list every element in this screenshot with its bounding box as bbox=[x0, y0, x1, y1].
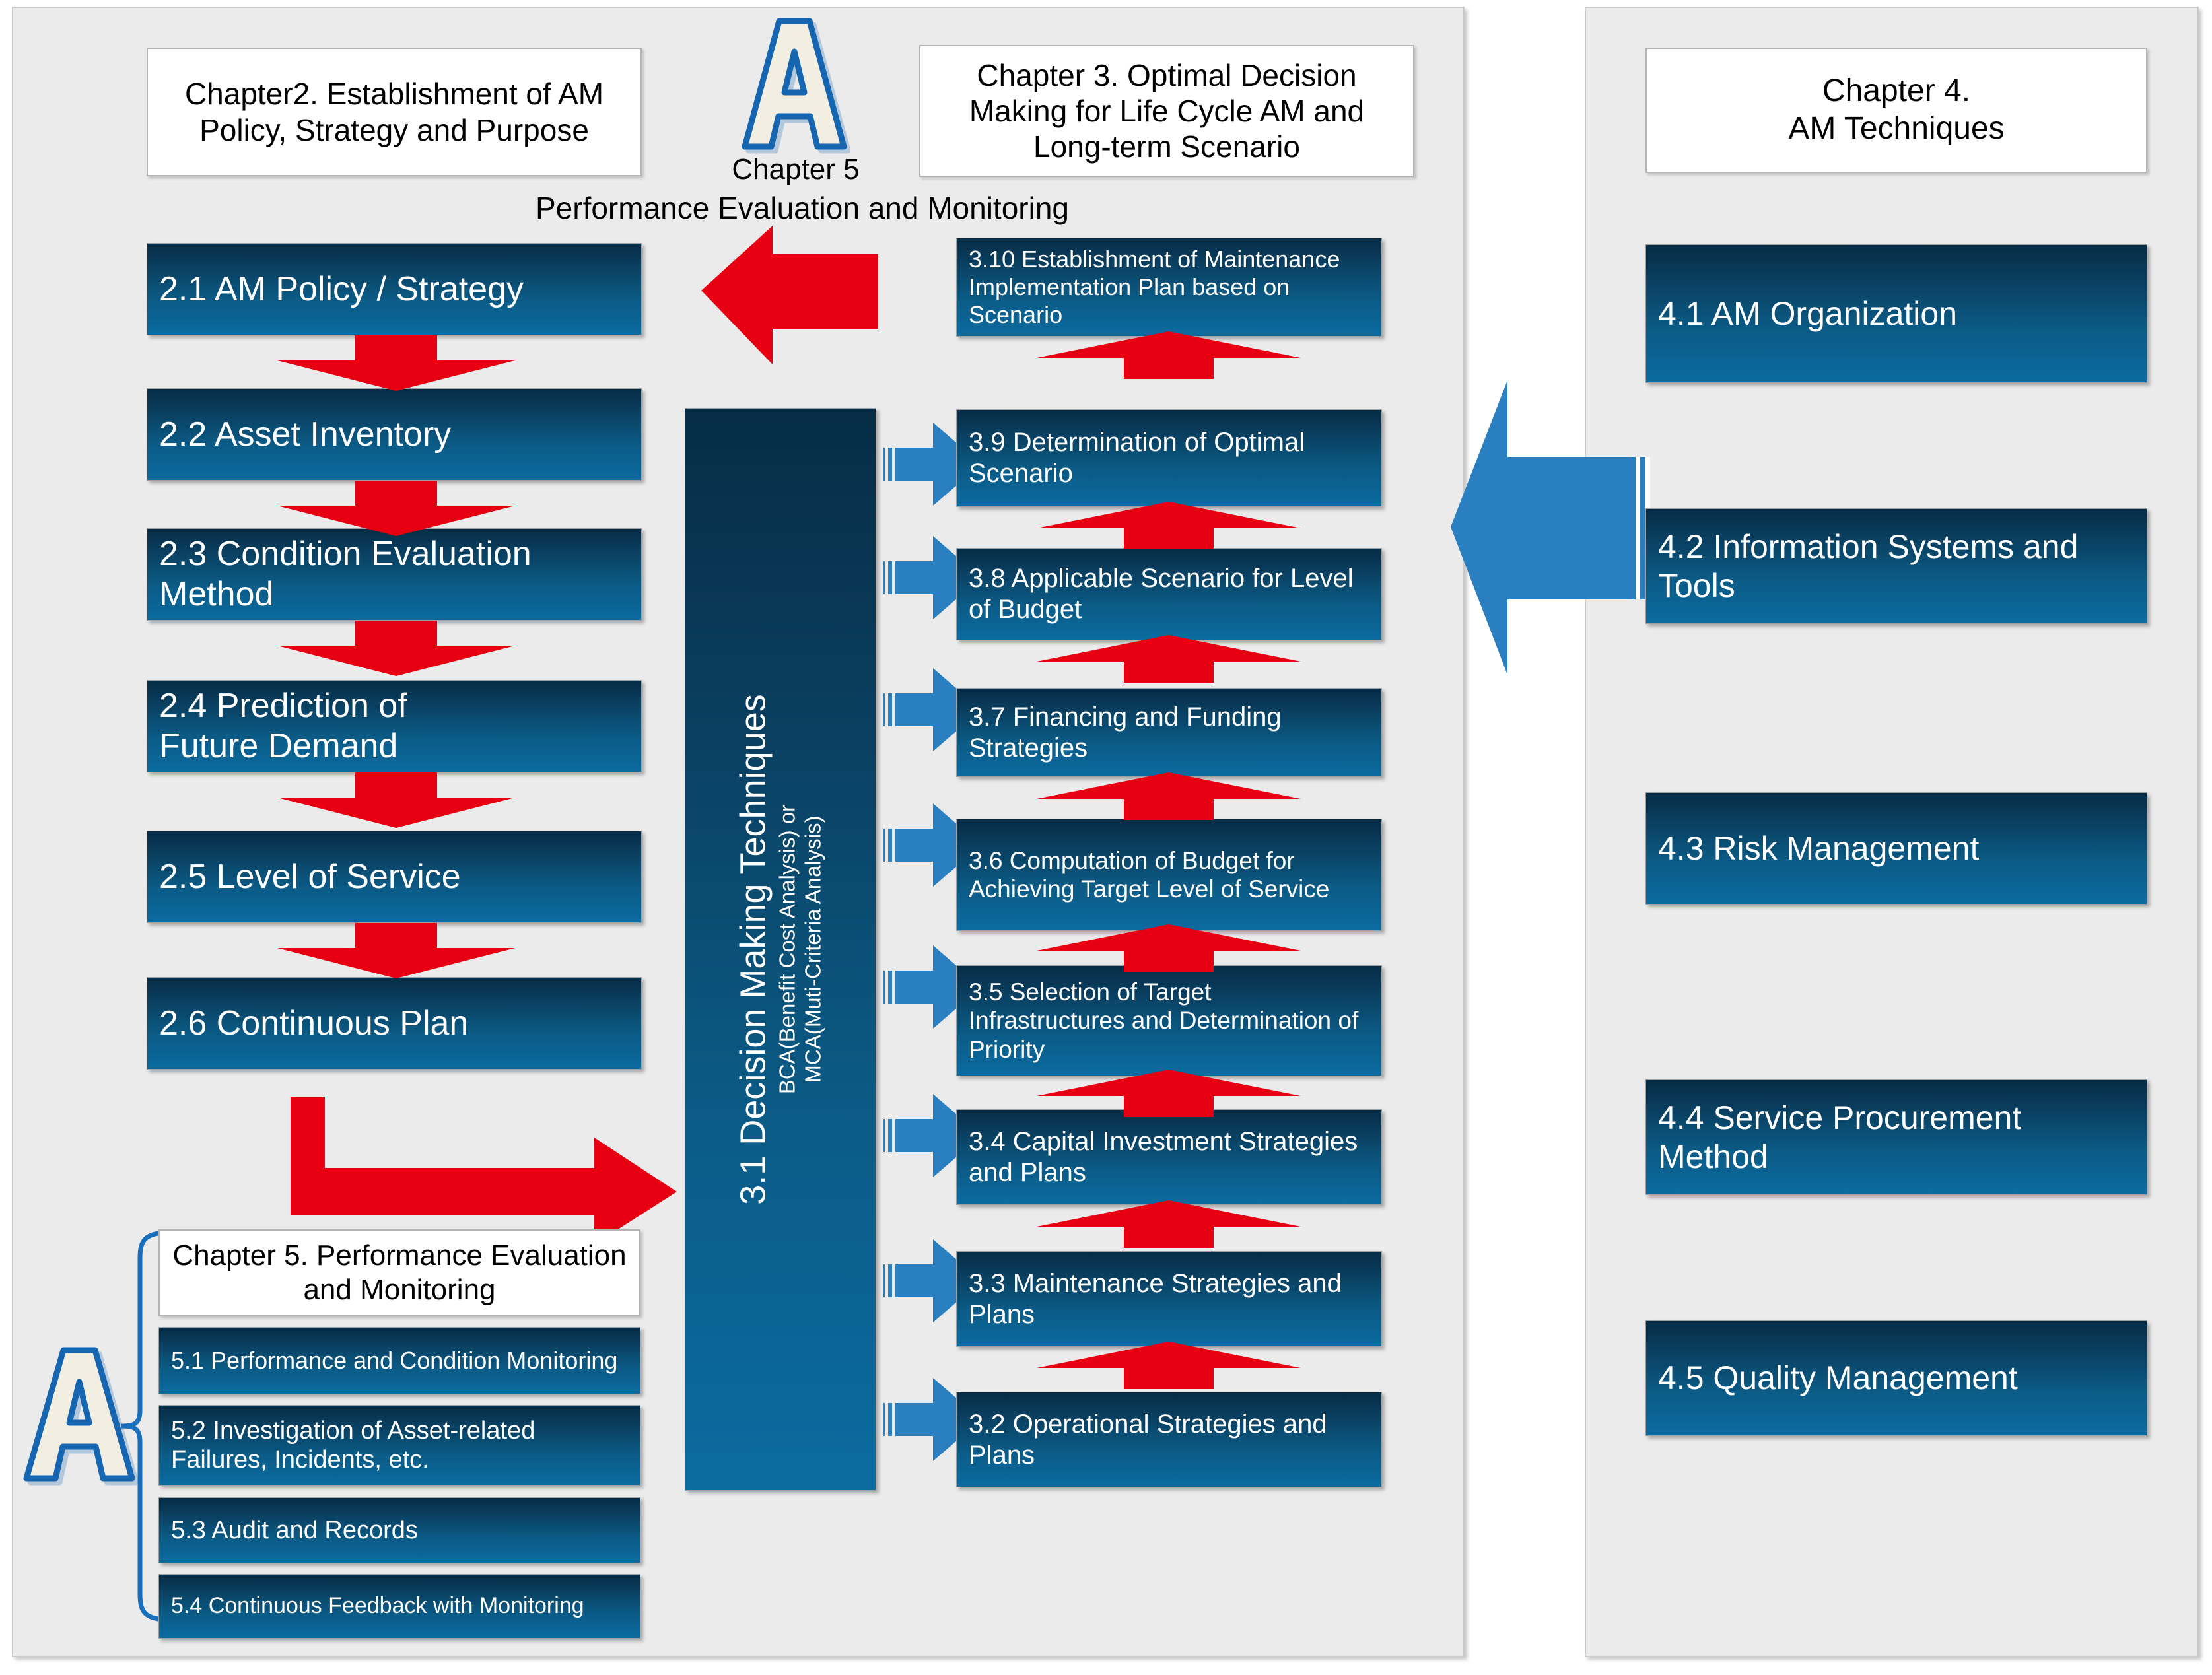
connector-letter-a-top-icon bbox=[738, 15, 850, 156]
box-3-7[interactable]: 3.7 Financing and Funding Strategies bbox=[956, 688, 1382, 777]
red-down-arrow-icon bbox=[277, 923, 515, 978]
box-3-9[interactable]: 3.9 Determination of Optimal Scenario bbox=[956, 409, 1382, 507]
box-2-6[interactable]: 2.6 Continuous Plan bbox=[147, 977, 642, 1070]
red-up-arrow-icon bbox=[1037, 924, 1301, 972]
box-3-6[interactable]: 3.6 Computation of Budget for Achieving … bbox=[956, 819, 1382, 931]
box-3-2[interactable]: 3.2 Operational Strategies and Plans bbox=[956, 1392, 1382, 1487]
box-3-8[interactable]: 3.8 Applicable Scenario for Level of Bud… bbox=[956, 548, 1382, 640]
chapter4-header: Chapter 4. AM Techniques bbox=[1645, 48, 2147, 173]
box-3-1-title: 3.1 Decision Making Techniques bbox=[733, 694, 773, 1205]
chapter3-header: Chapter 3. Optimal Decision Making for L… bbox=[919, 45, 1414, 177]
chapter2-header: Chapter2. Establishment of AM Policy, St… bbox=[147, 48, 642, 176]
connector-letter-a-bottom-icon bbox=[20, 1344, 139, 1492]
box-2-3[interactable]: 2.3 Condition Evaluation Method bbox=[147, 528, 642, 621]
box-2-5[interactable]: 2.5 Level of Service bbox=[147, 831, 642, 923]
box-3-5[interactable]: 3.5 Selection of Target Infrastructures … bbox=[956, 965, 1382, 1076]
red-down-arrow-icon bbox=[277, 772, 515, 828]
box-4-2[interactable]: 4.2 Information Systems and Tools bbox=[1645, 508, 2147, 624]
box-4-1[interactable]: 4.1 AM Organization bbox=[1645, 244, 2147, 383]
box-5-1[interactable]: 5.1 Performance and Condition Monitoring bbox=[158, 1327, 640, 1394]
red-up-arrow-icon bbox=[1037, 1342, 1301, 1389]
box-3-3[interactable]: 3.3 Maintenance Strategies and Plans bbox=[956, 1251, 1382, 1347]
box-3-4[interactable]: 3.4 Capital Investment Strategies and Pl… bbox=[956, 1109, 1382, 1205]
red-down-arrow-icon bbox=[277, 621, 515, 676]
box-5-3[interactable]: 5.3 Audit and Records bbox=[158, 1497, 640, 1563]
box-3-1-decision-making-techniques[interactable]: 3.1 Decision Making Techniques BCA(Benef… bbox=[685, 408, 876, 1491]
box-4-3[interactable]: 4.3 Risk Management bbox=[1645, 792, 2147, 905]
red-up-arrow-icon bbox=[1037, 772, 1301, 820]
box-5-4[interactable]: 5.4 Continuous Feedback with Monitoring bbox=[158, 1574, 640, 1639]
red-up-arrow-icon bbox=[1037, 635, 1301, 683]
box-3-10[interactable]: 3.10 Establishment of Maintenance Implem… bbox=[956, 238, 1382, 337]
red-down-arrow-icon bbox=[277, 335, 515, 391]
red-down-arrow-icon bbox=[277, 481, 515, 536]
box-3-1-sub-line2: MCA(Muti-Criteria Analysis) bbox=[800, 815, 825, 1083]
chapter5-top-caption: Chapter 5 bbox=[732, 153, 860, 186]
box-3-1-sub-line1: BCA(Benefit Cost Analysis) or bbox=[775, 804, 800, 1095]
box-5-2[interactable]: 5.2 Investigation of Asset-related Failu… bbox=[158, 1405, 640, 1486]
chapter5-top-subtitle: Performance Evaluation and Monitoring bbox=[535, 191, 1069, 225]
box-4-5[interactable]: 4.5 Quality Management bbox=[1645, 1320, 2147, 1436]
box-2-2[interactable]: 2.2 Asset Inventory bbox=[147, 388, 642, 481]
box-2-1[interactable]: 2.1 AM Policy / Strategy bbox=[147, 243, 642, 335]
red-up-arrow-icon bbox=[1037, 1200, 1301, 1248]
red-up-arrow-icon bbox=[1037, 331, 1301, 379]
box-2-4[interactable]: 2.4 Prediction of Future Demand bbox=[147, 680, 642, 772]
chapter5-bottom-header: Chapter 5. Performance Evaluation and Mo… bbox=[158, 1229, 640, 1316]
red-up-arrow-icon bbox=[1037, 502, 1301, 549]
diagram-canvas: Chapter2. Establishment of AM Policy, St… bbox=[0, 0, 2212, 1675]
red-up-arrow-icon bbox=[1037, 1070, 1301, 1117]
box-4-4[interactable]: 4.4 Service Procurement Method bbox=[1645, 1079, 2147, 1195]
